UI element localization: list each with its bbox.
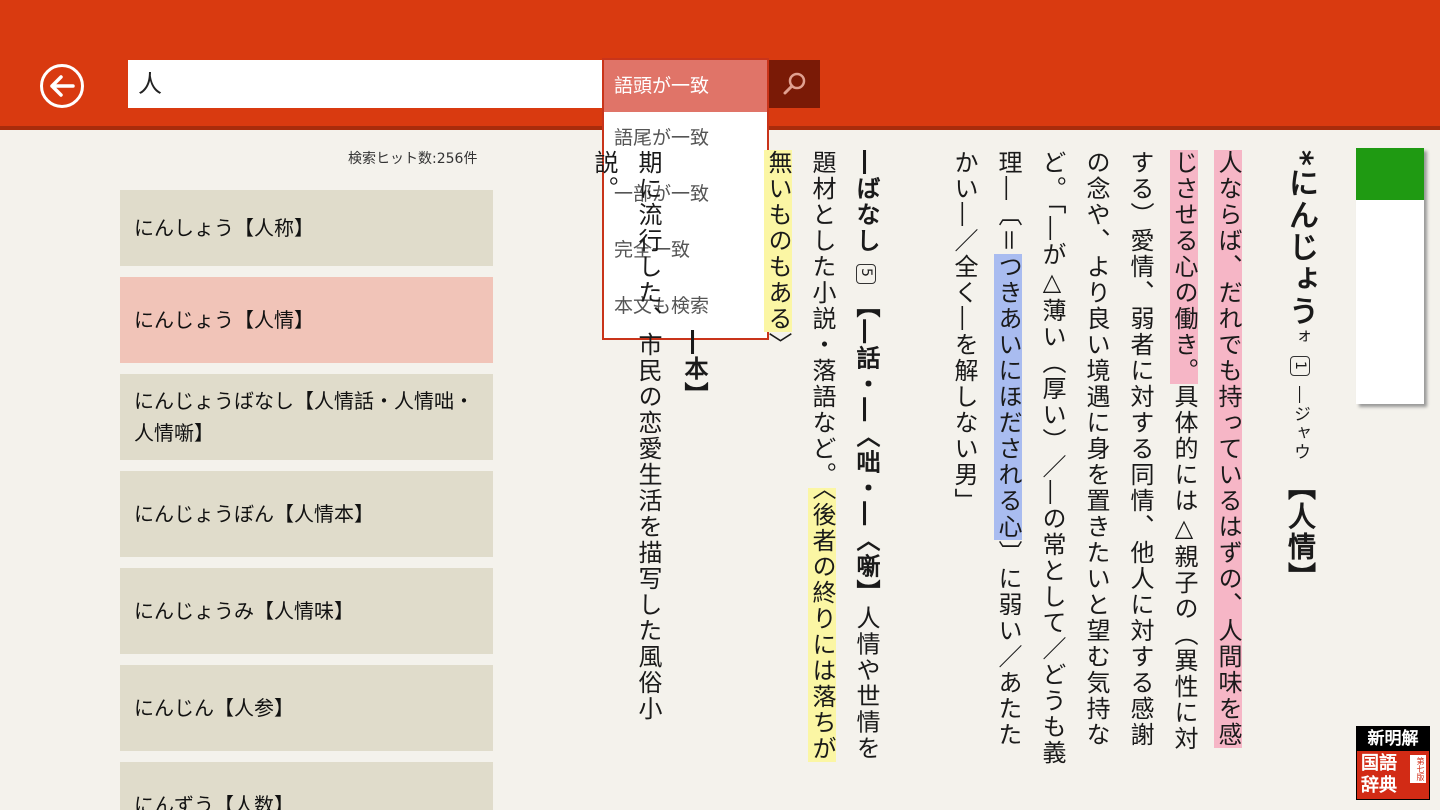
entry-accent: ォ [1290, 327, 1310, 347]
slider-thumb[interactable] [1356, 148, 1424, 200]
subentry-note-close: 〉 [764, 332, 792, 358]
subentry-hon: ―本】 [680, 330, 708, 408]
logo-top-text: 新明解 [1357, 727, 1429, 751]
hit-count: 検索ヒット数:256件 [348, 151, 478, 167]
result-item[interactable]: にんしょう【人称】 [120, 190, 493, 266]
search-icon [783, 72, 805, 95]
result-label: にんじょうばなし【人情話・人情咄・人情噺】 [134, 389, 474, 445]
logo-main-text: 国語辞典 [1361, 753, 1397, 796]
result-label: にんじん【人参】 [134, 696, 294, 720]
dictionary-logo: 新明解 国語辞典 第七版 [1356, 726, 1430, 800]
result-label: にんじょう【人情】 [134, 308, 314, 332]
result-item[interactable]: にんじょうぼん【人情本】 [120, 471, 493, 557]
subentry-kanji: 【―話・―〈咄・―〈噺】 [852, 293, 880, 606]
result-item[interactable]: にんずう【人数】 [120, 762, 493, 810]
entry-mark: * [1283, 150, 1318, 168]
subentry-number: 5 [856, 263, 876, 284]
entry-reading-note: ―ジャウ [1290, 385, 1310, 462]
result-item[interactable]: にんじょうばなし【人情話・人情咄・人情噺】 [120, 374, 493, 460]
result-label: にんじょうみ【人情味】 [134, 599, 354, 623]
result-item[interactable]: にんじん【人参】 [120, 665, 493, 751]
entry-kanji: 【人情】 [1284, 471, 1317, 592]
back-arrow-icon [50, 75, 75, 97]
sense-number: 1 [1290, 356, 1310, 377]
subentry-hon-definition: 期に流行した、市民の恋愛生活を描写した風俗小説。 [590, 150, 662, 722]
example-highlight: つきあいにほだされる心 [994, 254, 1022, 540]
result-label: にんじょうぼん【人情本】 [134, 502, 374, 526]
logo-edition: 第七版 [1410, 755, 1426, 783]
result-label: にんずう【人数】 [134, 793, 294, 810]
entry-heading: *にんじょうォ 1 ―ジャウ 【人情】 [1278, 150, 1322, 640]
result-label: にんしょう【人称】 [134, 216, 314, 240]
result-item[interactable]: にんじょうみ【人情味】 [120, 568, 493, 654]
result-item-selected[interactable]: にんじょう【人情】 [120, 277, 493, 363]
back-button[interactable] [40, 64, 84, 108]
entry-headword: にんじょう [1283, 167, 1318, 328]
subentry-head: ―ばなし [852, 150, 880, 254]
entry-definition: 人ならば、だれでも持っているはずの、人間味を感じさせる心の働き。具体的には△親子… [920, 150, 1250, 770]
search-button[interactable] [769, 60, 820, 108]
subentry-note-open: 〈後 [808, 488, 836, 528]
option-prefix-match[interactable]: 語頭が一致 [604, 60, 767, 112]
position-slider[interactable] [1356, 148, 1424, 404]
search-input[interactable]: 人 [128, 60, 602, 108]
subentry: ―ばなし 5 【―話・―〈咄・―〈噺】人情や世情を題材とした小説・落語など。〈後… [738, 150, 888, 770]
